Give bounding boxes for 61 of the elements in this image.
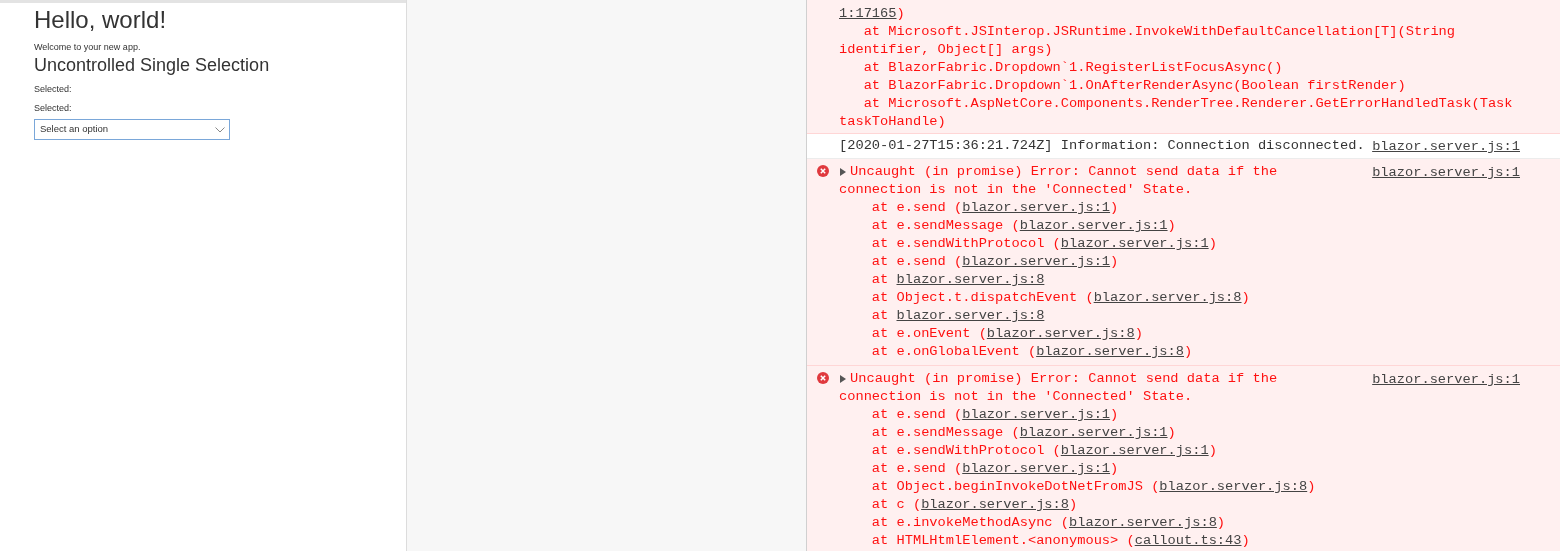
source-link[interactable]: blazor.server.js:1 [1060,236,1209,251]
section-title: Uncontrolled Single Selection [34,54,271,76]
expand-triangle-icon[interactable] [840,168,846,176]
source-link[interactable]: blazor.server.js:1 [1372,371,1520,389]
stack-trace-line: identifier, Object[] args) [839,41,1053,59]
stack-trace-line: taskToHandle) [839,113,946,131]
error-icon [817,165,829,177]
source-link[interactable]: blazor.server.js:1 [1372,164,1520,182]
error-text: Uncaught (in promise) Error: Cannot send data if the [850,370,1278,388]
welcome-text: Welcome to your new app. [34,41,142,53]
source-link[interactable]: blazor.server.js:1 [1019,425,1168,440]
source-link[interactable]: blazor.server.js:8 [921,497,1069,512]
source-link[interactable]: callout.ts:43 [1134,533,1242,548]
source-link[interactable]: blazor.server.js:1 [962,200,1111,215]
source-link[interactable]: blazor.server.js:8 [1159,479,1308,494]
chevron-down-icon [215,126,225,133]
stack-trace-line: at c (blazor.server.js:8) [870,496,1078,514]
stack-trace-line: at BlazorFabric.Dropdown`1.RegisterListFocusAsync() [862,59,1283,77]
stack-trace-line: at e.onEvent (blazor.server.js:8) [870,325,1143,343]
stack-trace-line: 1:17165) [839,5,905,23]
source-link[interactable]: blazor.server.js:8 [986,326,1135,341]
stack-trace-line: at HTMLHtmlElement.<anonymous> (callout.ts:43) [870,532,1250,550]
source-link[interactable]: blazor.server.js:1 [962,461,1111,476]
stack-trace-line: at Microsoft.JSInterop.JSRuntime.InvokeWithDefaultCancellation[T](String [862,23,1456,41]
stack-trace-line: at e.sendWithProtocol (blazor.server.js:1) [870,442,1217,460]
source-link[interactable]: blazor.server.js:8 [1093,290,1242,305]
stack-trace-line: at Microsoft.AspNetCore.Components.RenderTree.Renderer.GetErrorHandledTask(Task [862,95,1513,113]
source-link[interactable]: blazor.server.js:1 [1019,218,1168,233]
error-icon [817,372,829,384]
log-text: [2020-01-27T15:36:21.724Z] Information: Connection disconnected. [839,137,1365,155]
selected-label: Selected: [34,102,73,114]
stack-trace-line: at e.sendMessage (blazor.server.js:1) [870,217,1176,235]
error-text: connection is not in the 'Connected' State. [839,388,1193,406]
stack-trace-line: at e.send (blazor.server.js:1) [870,199,1119,217]
stack-trace-line: at e.sendMessage (blazor.server.js:1) [870,424,1176,442]
stack-trace-line: at blazor.server.js:8 [870,307,1045,325]
dropdown[interactable]: Select an option [34,119,230,140]
source-link[interactable]: blazor.server.js:1 [1060,443,1209,458]
source-link[interactable]: blazor.server.js:8 [896,308,1045,323]
source-link[interactable]: blazor.server.js:1 [962,407,1111,422]
error-text: connection is not in the 'Connected' State. [839,181,1193,199]
error-text: Uncaught (in promise) Error: Cannot send data if the [850,163,1278,181]
stack-trace-line: at blazor.server.js:8 [870,271,1045,289]
source-link[interactable]: blazor.server.js:8 [896,272,1045,287]
stack-trace-line: at e.invokeMethodAsync (blazor.server.js:8) [870,514,1226,532]
stack-trace-line: at e.onGlobalEvent (blazor.server.js:8) [870,343,1193,361]
stack-trace-line: at e.sendWithProtocol (blazor.server.js:1) [870,235,1217,253]
source-link[interactable]: blazor.server.js:8 [1069,515,1217,530]
expand-triangle-icon[interactable] [840,375,846,383]
source-link[interactable]: blazor.server.js:1 [1372,138,1520,156]
stack-trace-line: at e.send (blazor.server.js:1) [870,253,1119,271]
page-heading: Hello, world! [34,5,168,35]
source-link[interactable]: blazor.server.js:1 [962,254,1111,269]
source-link[interactable]: blazor.server.js:8 [1036,344,1184,359]
stack-trace-line: at Object.t.dispatchEvent (blazor.server.js:8) [870,289,1250,307]
source-link[interactable]: 1:17165 [839,6,897,21]
selected-label: Selected: [34,83,73,95]
stack-trace-line: at BlazorFabric.Dropdown`1.OnAfterRenderAsync(Boolean firstRender) [862,77,1406,95]
stack-trace-line: at Object.beginInvokeDotNetFromJS (blazor.server.js:8) [870,478,1316,496]
stack-trace-line: at e.send (blazor.server.js:1) [870,406,1119,424]
stack-trace-line: at e.send (blazor.server.js:1) [870,460,1119,478]
